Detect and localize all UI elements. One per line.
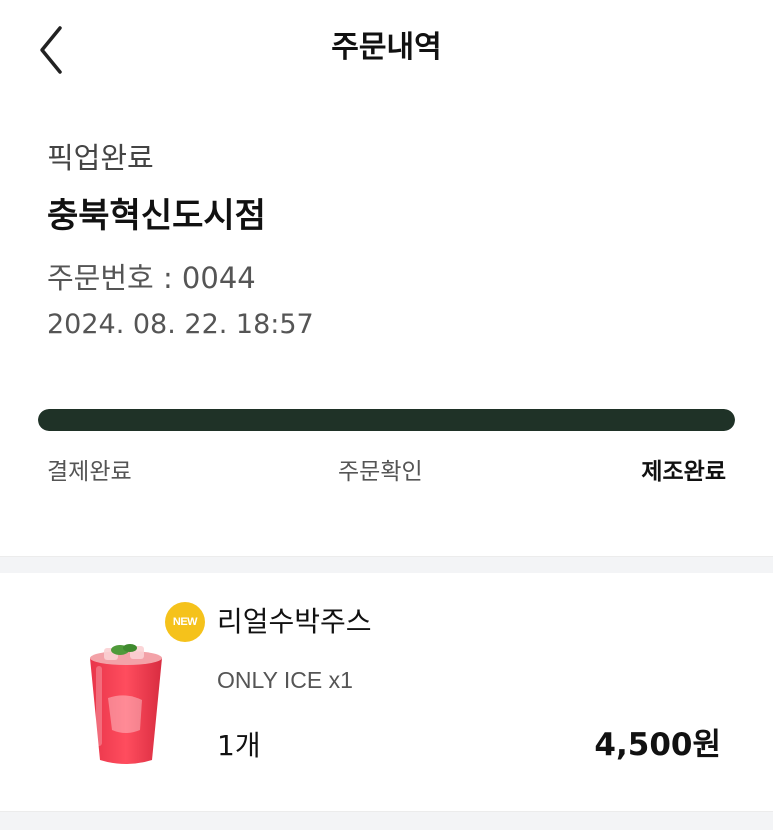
step-order-confirmed: 주문확인 (338, 459, 423, 485)
order-progress-bar (38, 409, 735, 431)
order-number: 주문번호 : 0044 (47, 261, 256, 295)
section-divider-bottom (0, 811, 773, 830)
page-title: 주문내역 (331, 30, 442, 65)
order-datetime: 2024. 08. 22. 18:57 (47, 309, 314, 340)
step-payment-complete: 결제완료 (47, 459, 132, 485)
item-quantity: 1개 (217, 729, 261, 762)
store-name: 충북혁신도시점 (47, 196, 266, 236)
order-status: 픽업완료 (47, 141, 154, 175)
app-header: 주문내역 (0, 0, 773, 100)
order-progress-fill (38, 409, 735, 431)
section-divider (0, 556, 773, 573)
item-option: ONLY ICE x1 (217, 667, 353, 693)
watermelon-juice-cup-image (90, 644, 162, 764)
new-badge: NEW (165, 602, 205, 642)
item-name: 리얼수박주스 (217, 605, 372, 638)
item-price: 4,500원 (594, 727, 721, 763)
step-preparation-complete: 제조완료 (641, 459, 726, 485)
